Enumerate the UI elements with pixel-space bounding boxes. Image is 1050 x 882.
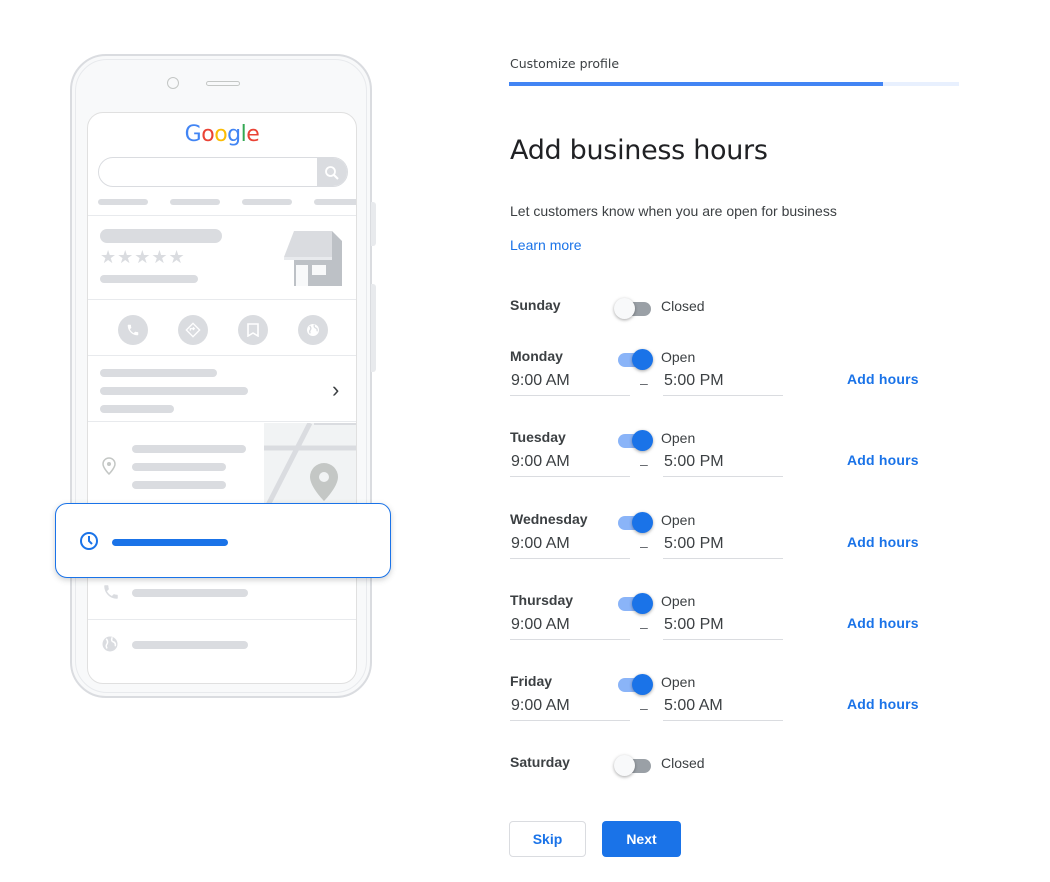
rating-stars: ★★★★★ [100,247,186,267]
opens-at-field[interactable]: 9:00 AM [510,533,630,559]
open-status: Open [661,430,696,446]
phone-side-button [371,284,376,372]
day-name: Thursday [510,592,574,608]
open-toggle[interactable] [614,429,653,451]
logo-letter: o [214,122,228,147]
location-pin-icon [102,457,116,480]
time-separator: – [640,375,648,391]
opens-at-field[interactable]: 9:00 AM [510,451,630,477]
phone-icon [118,315,148,345]
hours-placeholder-bar [112,539,228,546]
map-thumbnail [264,423,356,513]
placeholder-line [100,275,198,283]
closes-at-field[interactable]: 5:00 PM [663,451,783,477]
open-status: Open [661,512,696,528]
directions-icon [178,315,208,345]
toggle-knob [632,430,653,451]
progress-bar [509,82,959,86]
website-globe-icon [101,635,119,658]
toggle-knob [632,593,653,614]
logo-letter: g [227,122,241,147]
day-name: Wednesday [510,511,588,527]
bookmark-icon [238,315,268,345]
phone-illustration: Google ★★★★★ › [70,54,376,698]
add-hours-button[interactable]: Add hours [847,615,919,631]
add-hours-button[interactable]: Add hours [847,371,919,387]
learn-more-link[interactable]: Learn more [510,237,582,253]
logo-letter: G [184,122,202,147]
clock-icon [79,531,99,556]
page-subtitle: Let customers know when you are open for… [510,203,837,219]
next-button[interactable]: Next [602,821,681,857]
phone-camera [167,77,179,89]
toggle-knob [632,674,653,695]
day-name: Tuesday [510,429,566,445]
toggle-knob [632,512,653,533]
placeholder-line [132,641,248,649]
closes-at-field[interactable]: 5:00 AM [663,695,783,721]
open-status: Open [661,674,696,690]
open-status: Closed [661,298,705,314]
phone-call-icon [102,583,120,606]
closes-at-field[interactable]: 5:00 PM [663,370,783,396]
placeholder-line [132,481,226,489]
placeholder-line [98,199,148,205]
placeholder-line [100,405,174,413]
placeholder-line [314,199,356,205]
add-hours-button[interactable]: Add hours [847,534,919,550]
placeholder-line [100,387,248,395]
page-title: Add business hours [510,135,768,166]
time-separator: – [640,456,648,472]
logo-letter: o [201,122,215,147]
phone-speaker [206,81,240,86]
open-toggle[interactable] [614,511,653,533]
open-status: Closed [661,755,705,771]
google-logo: Google [88,121,356,147]
day-name: Friday [510,673,553,689]
open-toggle[interactable] [614,297,652,319]
toggle-knob [614,298,635,319]
storefront-icon [284,229,344,292]
placeholder-line [170,199,220,205]
day-name: Saturday [510,754,570,770]
placeholder-line [132,445,246,453]
step-label: Customize profile [510,56,620,71]
placeholder-line [100,369,217,377]
open-status: Open [661,593,696,609]
time-separator: – [640,700,648,716]
closes-at-field[interactable]: 5:00 PM [663,614,783,640]
opens-at-field[interactable]: 9:00 AM [510,370,630,396]
phone-side-button [371,202,376,246]
toggle-knob [632,349,653,370]
business-hours-card [55,503,391,578]
placeholder-line [242,199,292,205]
opens-at-field[interactable]: 9:00 AM [510,614,630,640]
toggle-knob [614,755,635,776]
placeholder-line [132,589,248,597]
globe-icon [298,315,328,345]
phone-screen: Google ★★★★★ › [87,112,357,684]
add-hours-button[interactable]: Add hours [847,452,919,468]
time-separator: – [640,619,648,635]
day-name: Sunday [510,297,561,313]
day-name: Monday [510,348,563,364]
chevron-right-icon: › [332,377,340,402]
open-status: Open [661,349,696,365]
add-hours-button[interactable]: Add hours [847,696,919,712]
placeholder-business-name [100,229,222,243]
opens-at-field[interactable]: 9:00 AM [510,695,630,721]
skip-button[interactable]: Skip [509,821,586,857]
closes-at-field[interactable]: 5:00 PM [663,533,783,559]
open-toggle[interactable] [614,348,653,370]
search-icon [317,158,347,186]
progress-fill [509,82,883,86]
open-toggle[interactable] [614,592,653,614]
time-separator: – [640,538,648,554]
open-toggle[interactable] [614,754,652,776]
placeholder-line [132,463,226,471]
open-toggle[interactable] [614,673,653,695]
logo-letter: e [246,122,260,147]
mock-search-bar [98,157,348,187]
